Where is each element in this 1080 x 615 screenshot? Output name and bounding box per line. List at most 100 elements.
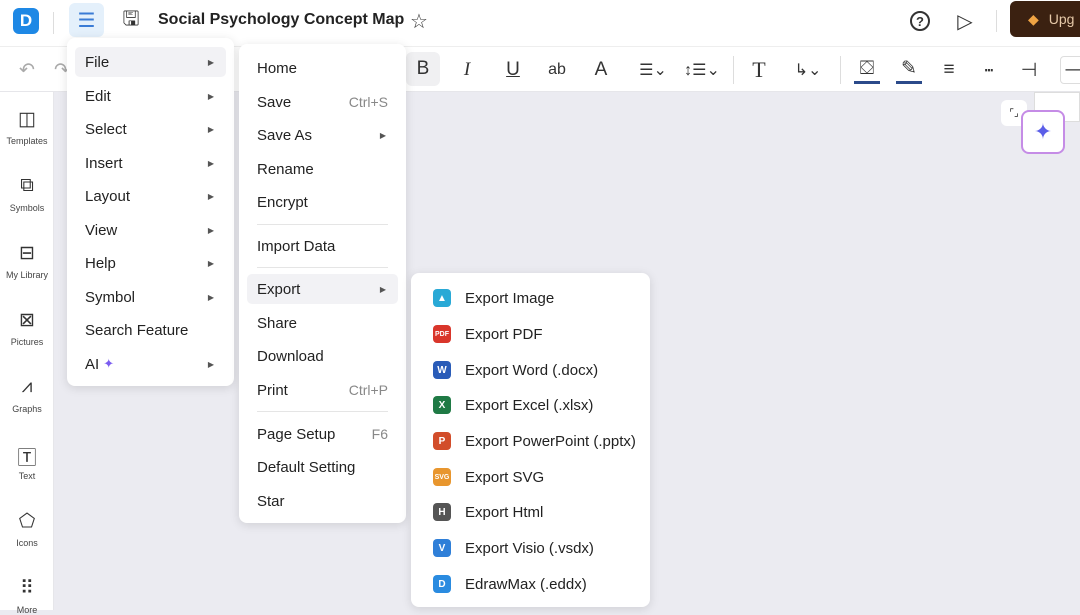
underline-button[interactable]: U (500, 56, 526, 84)
chevron-right-icon: ▶ (207, 225, 214, 235)
divider (840, 56, 841, 84)
excel-icon: X (433, 396, 451, 414)
chevron-right-icon: ▶ (207, 258, 214, 268)
sidebar-item-text[interactable]: 🅃 Text (0, 443, 54, 481)
bold-button[interactable]: B (406, 52, 440, 86)
text-tool-button[interactable]: T (746, 56, 772, 84)
file-item-import-data[interactable]: Import Data (247, 231, 398, 261)
divider (996, 10, 997, 32)
file-item-rename[interactable]: Rename (247, 154, 398, 184)
align-dropdown[interactable]: ☰⌄ (634, 56, 672, 84)
icons-icon: ⬠ (18, 511, 36, 532)
menu-item-view[interactable]: View ▶ (75, 215, 226, 245)
ai-assistant-button[interactable]: ✦ (1021, 110, 1065, 154)
export-pdf[interactable]: PDF Export PDF (421, 318, 642, 350)
file-item-print[interactable]: Print Ctrl+P (247, 375, 398, 405)
play-icon[interactable]: ▷ (952, 7, 978, 35)
symbols-icon: ⧉ (20, 175, 34, 196)
menu-item-layout[interactable]: Layout ▶ (75, 181, 226, 211)
file-item-page-setup[interactable]: Page Setup F6 (247, 419, 398, 449)
hamburger-menu-button[interactable]: ☰ (69, 3, 104, 37)
menu-item-select[interactable]: Select ▶ (75, 114, 226, 144)
file-item-home[interactable]: Home (247, 53, 398, 83)
graphs-icon: ⩘ (21, 376, 33, 397)
line-style-icon[interactable]: ┅ (976, 56, 1002, 84)
help-icon[interactable]: ? (906, 7, 934, 35)
sidebar-item-my-library[interactable]: ⊟ My Library (0, 242, 54, 280)
divider (257, 224, 388, 225)
line-end-button[interactable]: — (1060, 56, 1080, 84)
pdf-icon: PDF (433, 325, 451, 343)
fill-color-icon[interactable]: ⛋ (854, 56, 880, 84)
more-icon: ⠿ (20, 578, 34, 599)
menu-item-edit[interactable]: Edit ▶ (75, 81, 226, 111)
connector-dropdown[interactable]: ↳⌄ (788, 56, 828, 84)
menu-item-ai[interactable]: AI ✦ ▶ (75, 349, 226, 379)
visio-icon: V (433, 539, 451, 557)
save-icon[interactable]: 🖫 (118, 8, 144, 34)
menu-item-file[interactable]: File ▶ (75, 47, 226, 77)
diamond-icon: ◆ (1028, 10, 1039, 27)
menu-item-search-feature[interactable]: Search Feature (75, 315, 226, 345)
divider (733, 56, 734, 84)
chevron-right-icon: ▶ (207, 292, 214, 302)
image-icon: ▲ (433, 289, 451, 307)
html-icon: H (433, 503, 451, 521)
line-color-icon[interactable]: ✎ (896, 56, 922, 84)
document-title[interactable]: Social Psychology Concept Map (158, 11, 404, 29)
sidebar-item-symbols[interactable]: ⧉ Symbols (0, 175, 54, 213)
chevron-right-icon: ▶ (207, 158, 214, 168)
export-svg[interactable]: SVG Export SVG (421, 461, 642, 493)
file-item-star[interactable]: Star (247, 486, 398, 516)
menu-item-help[interactable]: Help ▶ (75, 248, 226, 278)
line-weight-icon[interactable]: ≡ (936, 56, 962, 84)
menu-item-insert[interactable]: Insert ▶ (75, 148, 226, 178)
word-icon: W (433, 361, 451, 379)
export-edrawmax[interactable]: D EdrawMax (.eddx) (421, 568, 642, 600)
chevron-right-icon: ▶ (207, 57, 214, 67)
export-excel[interactable]: X Export Excel (.xlsx) (421, 389, 642, 421)
chevron-right-icon: ▶ (379, 130, 386, 140)
file-item-default-setting[interactable]: Default Setting (247, 452, 398, 482)
chevron-right-icon: ▶ (207, 124, 214, 134)
powerpoint-icon: P (433, 432, 451, 450)
arrow-style-icon[interactable]: ⊣ (1016, 56, 1042, 84)
chevron-right-icon: ▶ (207, 191, 214, 201)
export-visio[interactable]: V Export Visio (.vsdx) (421, 532, 642, 564)
export-word[interactable]: W Export Word (.docx) (421, 354, 642, 386)
edrawmax-icon: D (433, 575, 451, 593)
export-html[interactable]: H Export Html (421, 496, 642, 528)
file-item-export[interactable]: Export ▶ (247, 274, 398, 304)
chevron-right-icon: ▶ (207, 359, 214, 369)
library-icon: ⊟ (19, 243, 35, 264)
chevron-right-icon: ▶ (207, 91, 214, 101)
export-image[interactable]: ▲ Export Image (421, 282, 642, 314)
undo-icon[interactable]: ↶ (14, 56, 40, 84)
export-powerpoint[interactable]: P Export PowerPoint (.pptx) (421, 425, 642, 457)
italic-button[interactable]: I (454, 56, 480, 84)
upgrade-button[interactable]: ◆ Upg (1010, 1, 1080, 37)
file-item-save[interactable]: Save Ctrl+S (247, 87, 398, 117)
file-item-share[interactable]: Share (247, 308, 398, 338)
line-spacing-dropdown[interactable]: ↕☰⌄ (682, 56, 722, 84)
sparkle-icon: ✦ (103, 356, 115, 371)
export-submenu: ▲ Export Image PDF Export PDF W Export Word… (411, 273, 650, 607)
file-item-download[interactable]: Download (247, 341, 398, 371)
file-item-encrypt[interactable]: Encrypt (247, 187, 398, 217)
menu-item-symbol[interactable]: Symbol ▶ (75, 282, 226, 312)
star-icon[interactable]: ☆ (406, 8, 432, 34)
sidebar-item-templates[interactable]: ◫ Templates (0, 108, 54, 146)
main-menu: File ▶ Edit ▶ Select ▶ Insert ▶ Layout ▶ View… (67, 38, 234, 386)
sidebar-item-pictures[interactable]: ⊠ Pictures (0, 309, 54, 347)
divider (257, 267, 388, 268)
sidebar-item-more[interactable]: ⠿ More (0, 577, 54, 615)
svg-icon: SVG (433, 468, 451, 486)
strikethrough-button[interactable]: ab (544, 56, 570, 84)
app-logo[interactable]: D (13, 8, 39, 34)
chevron-right-icon: ▶ (379, 284, 386, 294)
sidebar-item-graphs[interactable]: ⩘ Graphs (0, 376, 54, 414)
text-icon: 🅃 (17, 448, 37, 469)
file-item-save-as[interactable]: Save As ▶ (247, 120, 398, 150)
sidebar-item-icons[interactable]: ⬠ Icons (0, 510, 54, 548)
font-color-button[interactable]: A (588, 56, 614, 84)
